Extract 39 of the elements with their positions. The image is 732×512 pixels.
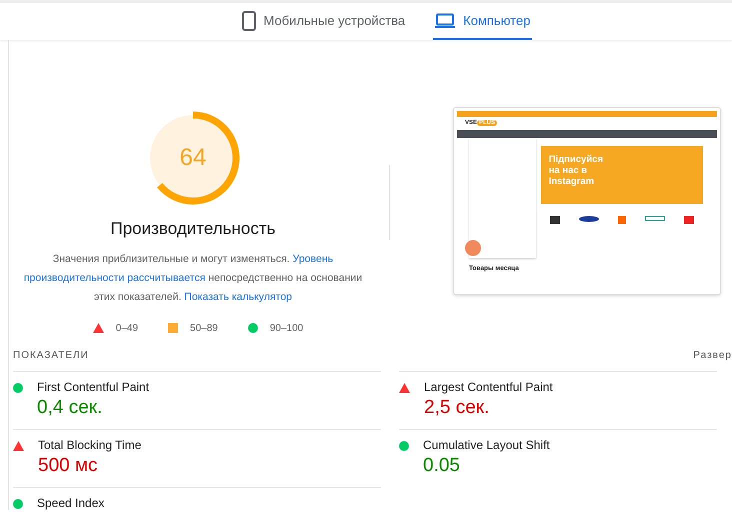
chat-bubble	[465, 240, 481, 256]
section-heading: ПОКАЗАТЕЛИ	[13, 349, 89, 363]
metric-name: Largest Contentful Paint	[424, 380, 553, 395]
section-title: Производительность	[110, 218, 276, 240]
metric-value: 2,5 сек.	[424, 396, 490, 420]
square-icon	[168, 323, 178, 333]
legend-label: 0–49	[116, 322, 138, 336]
triangle-icon	[92, 323, 104, 333]
metric-name: Total Blocking Time	[38, 438, 142, 453]
tab[interactable]: Компьютер	[433, 3, 532, 40]
description-link[interactable]: производительности рассчитывается	[24, 272, 206, 284]
tab[interactable]: Мобильные устройства	[240, 3, 408, 40]
brand-logo	[618, 216, 626, 224]
legend-label: 90–100	[270, 322, 304, 336]
brand-logo	[550, 216, 560, 224]
laptop-icon	[435, 12, 456, 28]
phone-icon	[242, 10, 256, 30]
metric-name: First Contentful Paint	[37, 380, 150, 395]
promo-banner: Підписуйся на нас в Instagram	[540, 146, 703, 204]
brand-logo	[578, 216, 599, 222]
circle-icon	[13, 383, 23, 393]
circle-icon	[13, 499, 23, 509]
metric-name: Speed Index	[37, 496, 104, 510]
description-link[interactable]: Уровень	[292, 252, 334, 264]
circle-icon	[248, 323, 258, 333]
brand-logo	[644, 216, 665, 221]
metric-value: 500 мс	[38, 454, 99, 478]
description-link[interactable]: Показать калькулятор	[184, 290, 292, 302]
expand-link[interactable]: Развер	[693, 348, 732, 363]
metric-value: 0,4 сек.	[37, 396, 104, 420]
legend-label: 50–89	[190, 322, 218, 336]
score-value: 64	[180, 143, 206, 173]
description-text: Значения приблизительные и могут изменяться. Уровень производительности рассчитывается непосредственно на основании этих показателей. Показать калькулятор	[23, 252, 363, 304]
triangle-icon	[13, 441, 24, 451]
metric-value: 0.05	[423, 454, 461, 478]
circle-icon	[399, 441, 409, 451]
brand-logo	[684, 216, 694, 224]
triangle-icon	[399, 383, 410, 393]
metric-name: Cumulative Layout Shift	[423, 438, 550, 453]
